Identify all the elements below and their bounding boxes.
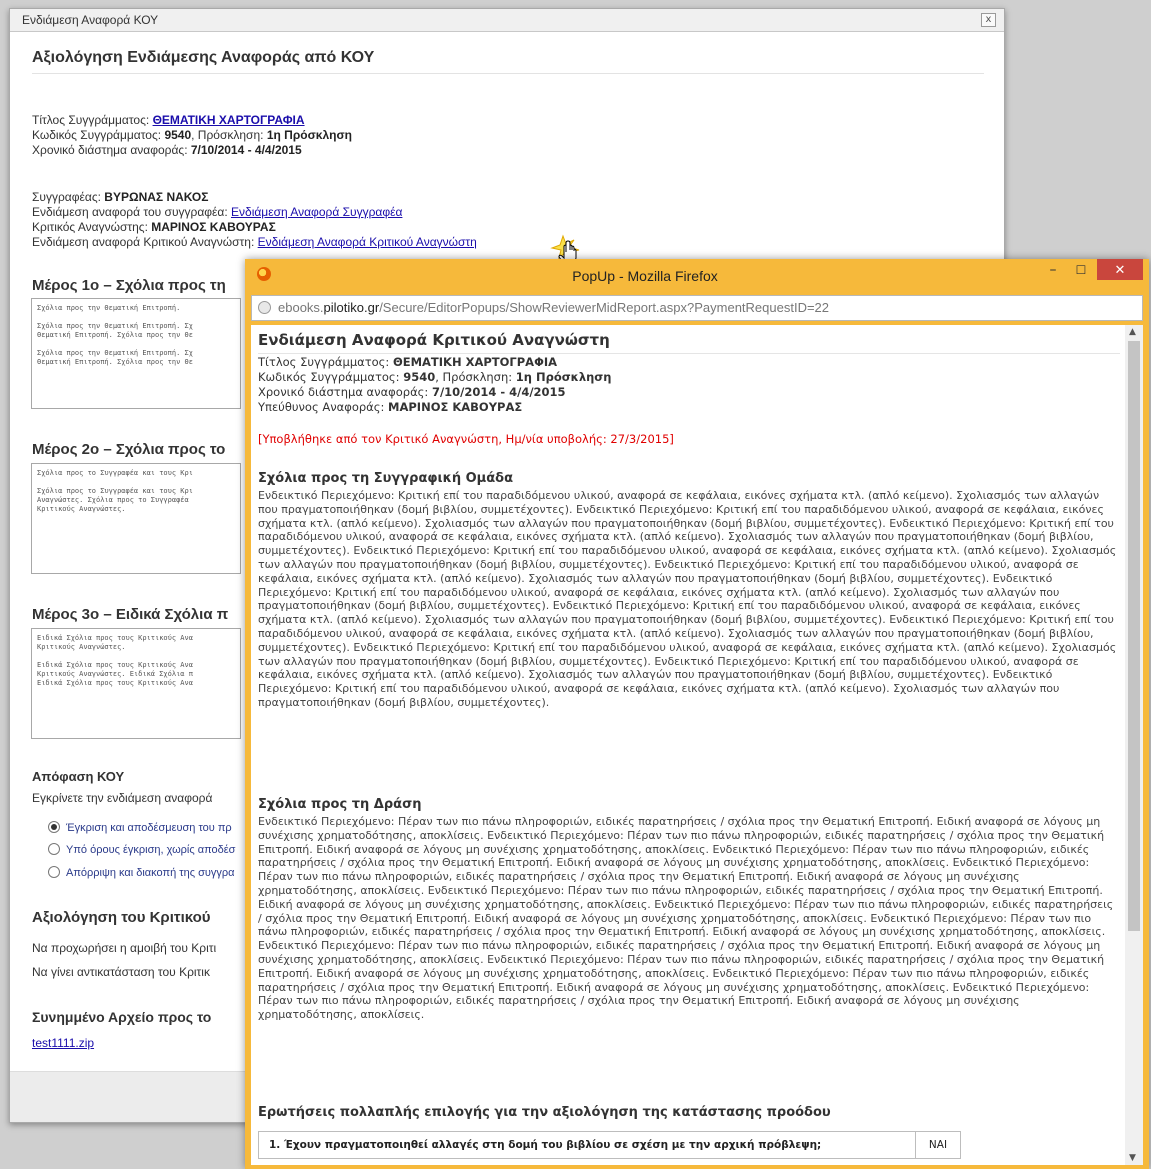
eval-line2: Να γίνει αντικατάσταση του Κριτικ [32,965,210,979]
dialog-heading: Αξιολόγηση Ενδιάμεσης Αναφοράς από ΚΟΥ [32,49,375,66]
popup-owner-label: Υπεύθυνος Αναφοράς: [258,400,385,414]
popup-info: Τίτλος Συγγράμματος: ΘΕΜΑΤΙΚΗ ΧΑΡΤΟΓΡΑΦΙ… [258,355,1120,415]
radio-unchecked-icon[interactable] [48,843,60,855]
action-comments-text: Ενδεικτικό Περιεχόμενο: Πέραν των πιο πά… [258,815,1114,1022]
action-comments-title: Σχόλια προς τη Δράση [258,797,422,812]
popup-period-label: Χρονικό διάστημα αναφοράς: [258,385,429,399]
mc-questions-title: Ερωτήσεις πολλαπλής επιλογής για την αξι… [258,1105,831,1120]
reviewer-report-label: Ενδιάμεση αναφορά Κριτικού Αναγνώστη: [32,235,255,249]
radio-conditional[interactable]: Υπό όρους έγκριση, χωρίς αποδέσ [48,843,235,856]
scroll-up-icon[interactable]: ▲ [1129,327,1136,337]
author-report-link[interactable]: Ενδιάμεση Αναφορά Συγγραφέα [231,205,402,219]
radio-approve-label: Έγκριση και αποδέσμευση του πρ [66,822,232,834]
book-title-link[interactable]: ΘΕΜΑΤΙΚΗ ΧΑΡΤΟΓΡΑΦΙΑ [153,113,305,127]
url-domain: pilotiko.gr [323,300,380,315]
author-report-label: Ενδιάμεση αναφορά του συγγραφέα: [32,205,228,219]
eval-title: Αξιολόγηση του Κριτικού [32,909,211,926]
scrollbar-thumb[interactable] [1128,341,1140,931]
url-path: /Secure/EditorPopups/ShowReviewerMidRepo… [379,300,830,315]
reviewer-label: Κριτικός Αναγνώστης: [32,220,148,234]
globe-icon [258,301,271,314]
group-comments-title: Σχόλια προς τη Συγγραφική Ομάδα [258,471,514,486]
part1-title: Μέρος 1ο – Σχόλια προς τη [32,277,226,294]
radio-approve[interactable]: Έγκριση και αποδέσμευση του πρ [48,821,232,834]
submitted-notice: [Υποβλήθηκε από τον Κριτικό Αναγνώστη, Η… [258,432,674,446]
book-info: Τίτλος Συγγράμματος: ΘΕΜΑΤΙΚΗ ΧΑΡΤΟΓΡΑΦΙ… [32,113,352,158]
reviewer-value: ΜΑΡΙΝΟΣ ΚΑΒΟΥΡΑΣ [151,220,276,234]
url-prefix: ebooks. [278,300,324,315]
scrollbar[interactable]: ▲ ▼ [1125,325,1143,1165]
part1-textarea[interactable]: Σχόλια προς την Θεματική Επιτροπή. Σχόλι… [31,298,241,409]
popup-code-value: 9540 [403,370,436,384]
call-label: , Πρόσκληση: [191,128,264,142]
maximize-button[interactable]: ☐ [1071,261,1091,281]
part2-title: Μέρος 2ο – Σχόλια προς το [32,441,226,458]
decision-question: Εγκρίνετε την ενδιάμεση αναφορά [32,791,213,805]
part3-title: Μέρος 3ο – Ειδικά Σχόλια π [32,606,229,623]
popup-code-label: Κωδικός Συγγράμματος: [258,370,400,384]
divider [258,353,1120,354]
radio-reject[interactable]: Απόρριψη και διακοπή της συγγρα [48,866,235,879]
part3-textarea[interactable]: Ειδικά Σχόλια προς τους Κριτικούς Ανα Κρ… [31,628,241,739]
radio-reject-label: Απόρριψη και διακοπή της συγγρα [66,867,235,879]
eval-line1: Να προχωρήσει η αμοιβή του Κριτι [32,941,217,955]
code-label: Κωδικός Συγγράμματος: [32,128,162,142]
scroll-down-icon[interactable]: ▼ [1129,1153,1136,1163]
popup-title-label: Τίτλος Συγγράμματος: [258,355,390,369]
book-title-label: Τίτλος Συγγράμματος: [32,113,150,127]
people-info: Συγγραφέας: ΒΥΡΩΝΑΣ ΝΑΚΟΣ Ενδιάμεση αναφ… [32,190,477,250]
questions-table: 1. Έχουν πραγματοποιηθεί αλλαγές στη δομ… [258,1131,961,1159]
period-label: Χρονικό διάστημα αναφοράς: [32,143,188,157]
period-value: 7/10/2014 - 4/4/2015 [190,143,302,157]
decision-title: Απόφαση ΚΟΥ [32,769,125,784]
popup-titlebar[interactable]: PopUp - Mozilla Firefox – ☐ ✕ [245,259,1149,292]
popup-call-value: 1η Πρόσκληση [515,370,612,384]
radio-checked-icon[interactable] [48,821,60,833]
answer-cell: ΝΑΙ [915,1131,961,1159]
popup-heading: Ενδιάμεση Αναφορά Κριτικού Αναγνώστη [258,331,610,349]
popup-owner-value: ΜΑΡΙΝΟΣ ΚΑΒΟΥΡΑΣ [388,400,523,414]
popup-title-value: ΘΕΜΑΤΙΚΗ ΧΑΡΤΟΓΡΑΦΙΑ [392,355,558,369]
part2-textarea[interactable]: Σχόλια προς το Συγγραφέα και τους Κρι Σχ… [31,463,241,574]
divider [32,73,984,74]
attach-title: Συνημμένο Αρχείο προς το [32,1009,212,1025]
dialog-title: Ενδιάμεση Αναφορά ΚΟΥ [10,9,1004,32]
code-value: 9540 [164,128,192,142]
question-cell: 1. Έχουν πραγματοποιηθεί αλλαγές στη δομ… [258,1131,916,1159]
address-bar[interactable]: ebooks.pilotiko.gr/Secure/EditorPopups/S… [251,295,1143,321]
radio-conditional-label: Υπό όρους έγκριση, χωρίς αποδέσ [66,844,236,856]
group-comments-text: Ενδεικτικό Περιεχόμενο: Κριτική επί του … [258,489,1117,709]
popup-period-value: 7/10/2014 - 4/4/2015 [431,385,566,399]
popup-window-title: PopUp - Mozilla Firefox [572,268,718,284]
table-row: 1. Έχουν πραγματοποιηθεί αλλαγές στη δομ… [258,1131,961,1159]
minimize-button[interactable]: – [1043,261,1063,281]
attachment-link[interactable]: test1111.zip [32,1036,94,1051]
popup-call-label: , Πρόσκληση: [435,370,513,384]
close-button[interactable]: ✕ [1097,259,1143,280]
popup-page-content: Ενδιάμεση Αναφορά Κριτικού Αναγνώστη Τίτ… [251,325,1125,1165]
author-label: Συγγραφέας: [32,190,101,204]
dialog-close-button[interactable]: x [981,13,996,27]
author-value: ΒΥΡΩΝΑΣ ΝΑΚΟΣ [104,190,209,204]
reviewer-report-link[interactable]: Ενδιάμεση Αναφορά Κριτικού Αναγνώστη [258,235,477,249]
radio-unchecked-icon[interactable] [48,866,60,878]
call-value: 1η Πρόσκληση [266,128,353,142]
firefox-popup-window: PopUp - Mozilla Firefox – ☐ ✕ ebooks.pil… [245,259,1149,1169]
